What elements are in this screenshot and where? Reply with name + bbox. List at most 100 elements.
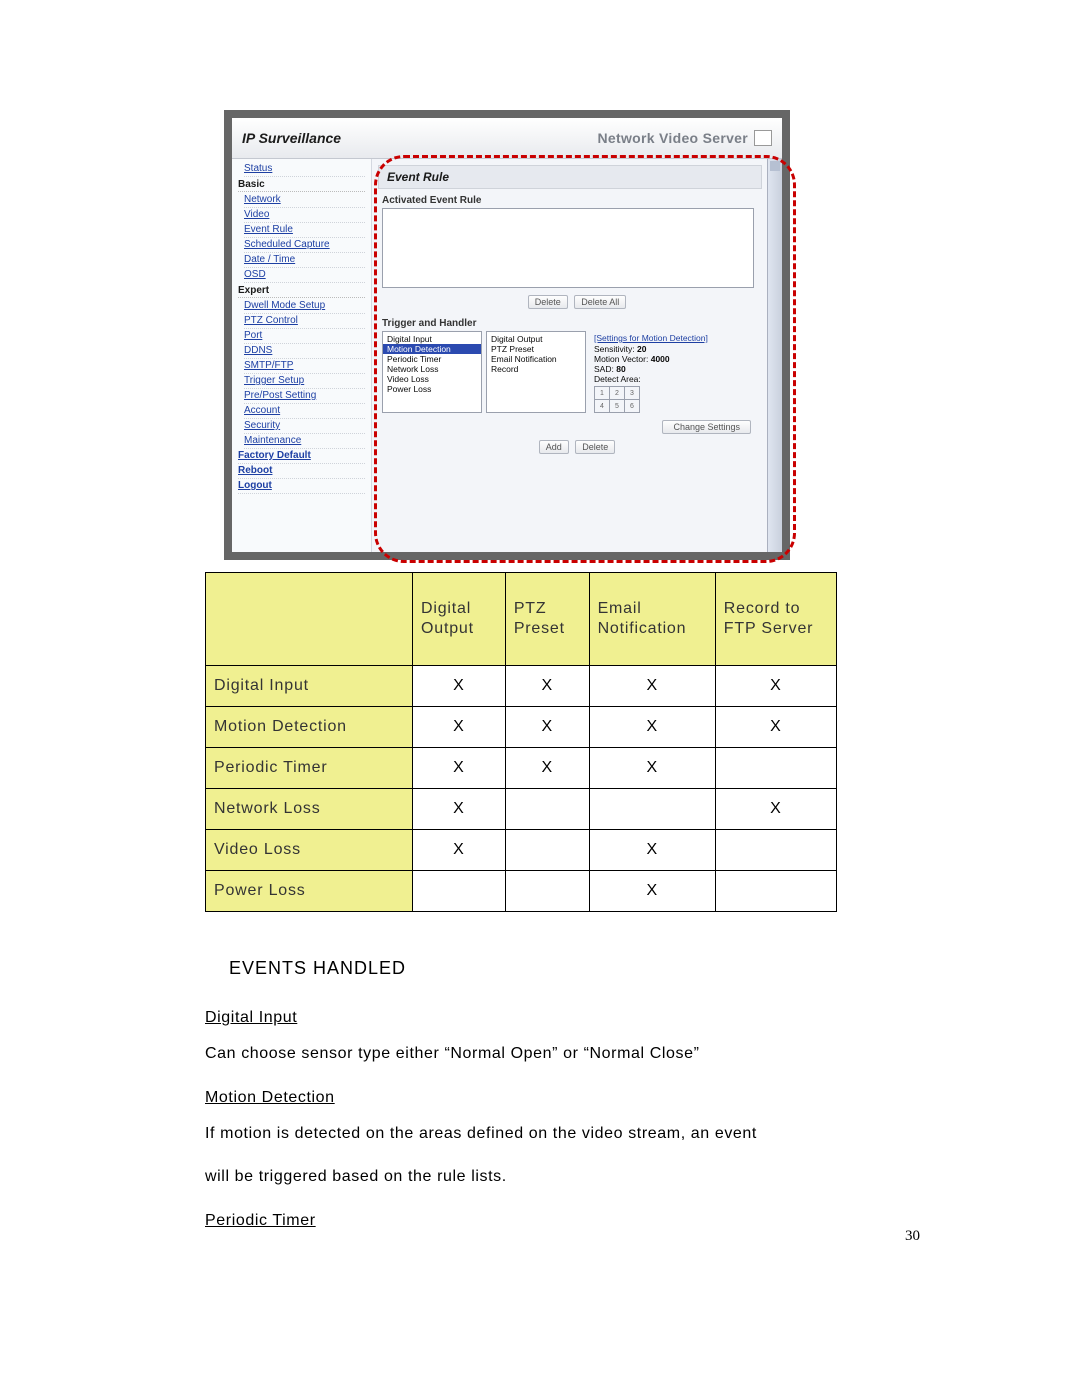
sidebar: Status Basic Network Video Event Rule Sc… bbox=[232, 159, 372, 552]
camera-icon bbox=[754, 130, 772, 146]
brand-text: Network Video Server bbox=[598, 130, 748, 146]
app-window: IP Surveillance Network Video Server Sta… bbox=[232, 118, 782, 552]
section-heading-events-handled: EVENTS HANDLED bbox=[229, 958, 930, 979]
para-motion-1: If motion is detected on the areas defin… bbox=[205, 1121, 930, 1147]
title-bar: IP Surveillance Network Video Server bbox=[232, 118, 782, 159]
delete-all-button[interactable]: Delete All bbox=[574, 295, 626, 309]
cell bbox=[715, 830, 836, 871]
row-periodic-timer: Periodic Timer bbox=[206, 748, 413, 789]
event-handler-compatibility-table: Digital Output PTZ Preset Email Notifica… bbox=[205, 572, 837, 912]
cell: X bbox=[505, 707, 589, 748]
sidebar-link-status[interactable]: Status bbox=[244, 163, 365, 177]
trigger-item-selected[interactable]: Motion Detection bbox=[383, 344, 481, 354]
cell bbox=[715, 748, 836, 789]
sidebar-link-trigger-setup[interactable]: Trigger Setup bbox=[244, 375, 365, 389]
settings-summary: [Settings for Motion Detection] Sensitiv… bbox=[590, 331, 756, 413]
handler-item[interactable]: Record bbox=[491, 364, 581, 374]
row-motion-detection: Motion Detection bbox=[206, 707, 413, 748]
page-number: 30 bbox=[905, 1228, 920, 1245]
trigger-item[interactable]: Network Loss bbox=[387, 364, 477, 374]
row-video-loss: Video Loss bbox=[206, 830, 413, 871]
cell: X bbox=[505, 748, 589, 789]
handler-item[interactable]: PTZ Preset bbox=[491, 344, 581, 354]
sidebar-link-port[interactable]: Port bbox=[244, 330, 365, 344]
handler-listbox[interactable]: Digital Output PTZ Preset Email Notifica… bbox=[486, 331, 586, 413]
col-ptz-preset: PTZ Preset bbox=[505, 573, 589, 666]
cell: X bbox=[715, 789, 836, 830]
sidebar-link-logout[interactable]: Logout bbox=[238, 480, 365, 494]
cell: X bbox=[589, 830, 715, 871]
sidebar-link-ptz-control[interactable]: PTZ Control bbox=[244, 315, 365, 329]
cell: X bbox=[589, 707, 715, 748]
sidebar-link-dwell-mode[interactable]: Dwell Mode Setup bbox=[244, 300, 365, 314]
sidebar-link-factory-default[interactable]: Factory Default bbox=[238, 450, 365, 464]
sidebar-link-event-rule[interactable]: Event Rule bbox=[244, 224, 365, 238]
subhead-motion-detection: Motion Detection bbox=[205, 1089, 930, 1107]
table-corner bbox=[206, 573, 413, 666]
col-digital-output: Digital Output bbox=[413, 573, 506, 666]
trigger-item[interactable]: Video Loss bbox=[387, 374, 477, 384]
sidebar-link-osd[interactable]: OSD bbox=[244, 269, 365, 283]
add-button[interactable]: Add bbox=[539, 440, 569, 454]
main-panel: Event Rule Activated Event Rule Delete D… bbox=[372, 159, 782, 552]
col-record-ftp: Record to FTP Server bbox=[715, 573, 836, 666]
activated-rules-listbox[interactable] bbox=[382, 208, 754, 288]
col-email-notification: Email Notification bbox=[589, 573, 715, 666]
row-digital-input: Digital Input bbox=[206, 666, 413, 707]
trigger-item[interactable]: Periodic Timer bbox=[387, 354, 477, 364]
trigger-item[interactable]: Digital Input bbox=[387, 334, 477, 344]
sidebar-group-basic: Basic bbox=[238, 179, 365, 192]
cell: X bbox=[589, 666, 715, 707]
sidebar-link-maintenance[interactable]: Maintenance bbox=[244, 435, 365, 449]
panel-heading-event-rule: Event Rule bbox=[378, 165, 762, 189]
setting-sad: SAD: 80 bbox=[594, 364, 752, 374]
detect-area-label: Detect Area: bbox=[594, 374, 752, 384]
row-network-loss: Network Loss bbox=[206, 789, 413, 830]
sidebar-link-smtp-ftp[interactable]: SMTP/FTP bbox=[244, 360, 365, 374]
cell: X bbox=[589, 871, 715, 912]
cell bbox=[715, 871, 836, 912]
subhead-periodic-timer: Periodic Timer bbox=[205, 1212, 930, 1230]
handler-item[interactable]: Email Notification bbox=[491, 354, 581, 364]
cell bbox=[505, 871, 589, 912]
cell: X bbox=[413, 830, 506, 871]
handler-item[interactable]: Digital Output bbox=[491, 334, 581, 344]
activated-event-rule-label: Activated Event Rule bbox=[382, 195, 782, 206]
cell bbox=[413, 871, 506, 912]
sidebar-link-date-time[interactable]: Date / Time bbox=[244, 254, 365, 268]
app-title: IP Surveillance bbox=[242, 130, 341, 146]
para-digital-input: Can choose sensor type either “Normal Op… bbox=[205, 1041, 930, 1067]
cell: X bbox=[715, 666, 836, 707]
subhead-digital-input: Digital Input bbox=[205, 1009, 930, 1027]
cell: X bbox=[413, 666, 506, 707]
cell: X bbox=[589, 748, 715, 789]
sidebar-link-prepost[interactable]: Pre/Post Setting bbox=[244, 390, 365, 404]
sidebar-link-security[interactable]: Security bbox=[244, 420, 365, 434]
cell: X bbox=[505, 666, 589, 707]
sidebar-link-reboot[interactable]: Reboot bbox=[238, 465, 365, 479]
para-motion-2: will be triggered based on the rule list… bbox=[205, 1164, 930, 1190]
row-power-loss: Power Loss bbox=[206, 871, 413, 912]
detect-area-grid[interactable]: 123 456 789 bbox=[594, 386, 640, 413]
trigger-listbox[interactable]: Digital Input Motion Detection Periodic … bbox=[382, 331, 482, 413]
ip-surveillance-screenshot: IP Surveillance Network Video Server Sta… bbox=[224, 110, 790, 560]
delete-button[interactable]: Delete bbox=[528, 295, 568, 309]
change-settings-button[interactable]: Change Settings bbox=[662, 420, 751, 434]
sidebar-link-network[interactable]: Network bbox=[244, 194, 365, 208]
cell: X bbox=[715, 707, 836, 748]
cell: X bbox=[413, 789, 506, 830]
cell bbox=[505, 830, 589, 871]
sidebar-link-ddns[interactable]: DDNS bbox=[244, 345, 365, 359]
delete-rule-button[interactable]: Delete bbox=[575, 440, 615, 454]
cell bbox=[589, 789, 715, 830]
cell bbox=[505, 789, 589, 830]
cell: X bbox=[413, 707, 506, 748]
trigger-item[interactable]: Power Loss bbox=[387, 384, 477, 394]
sidebar-link-video[interactable]: Video bbox=[244, 209, 365, 223]
brand-label: Network Video Server bbox=[598, 130, 772, 146]
sidebar-link-scheduled-capture[interactable]: Scheduled Capture bbox=[244, 239, 365, 253]
sidebar-link-account[interactable]: Account bbox=[244, 405, 365, 419]
vertical-scrollbar[interactable] bbox=[767, 159, 782, 552]
sidebar-group-expert: Expert bbox=[238, 285, 365, 298]
settings-title: [Settings for Motion Detection] bbox=[594, 333, 752, 343]
